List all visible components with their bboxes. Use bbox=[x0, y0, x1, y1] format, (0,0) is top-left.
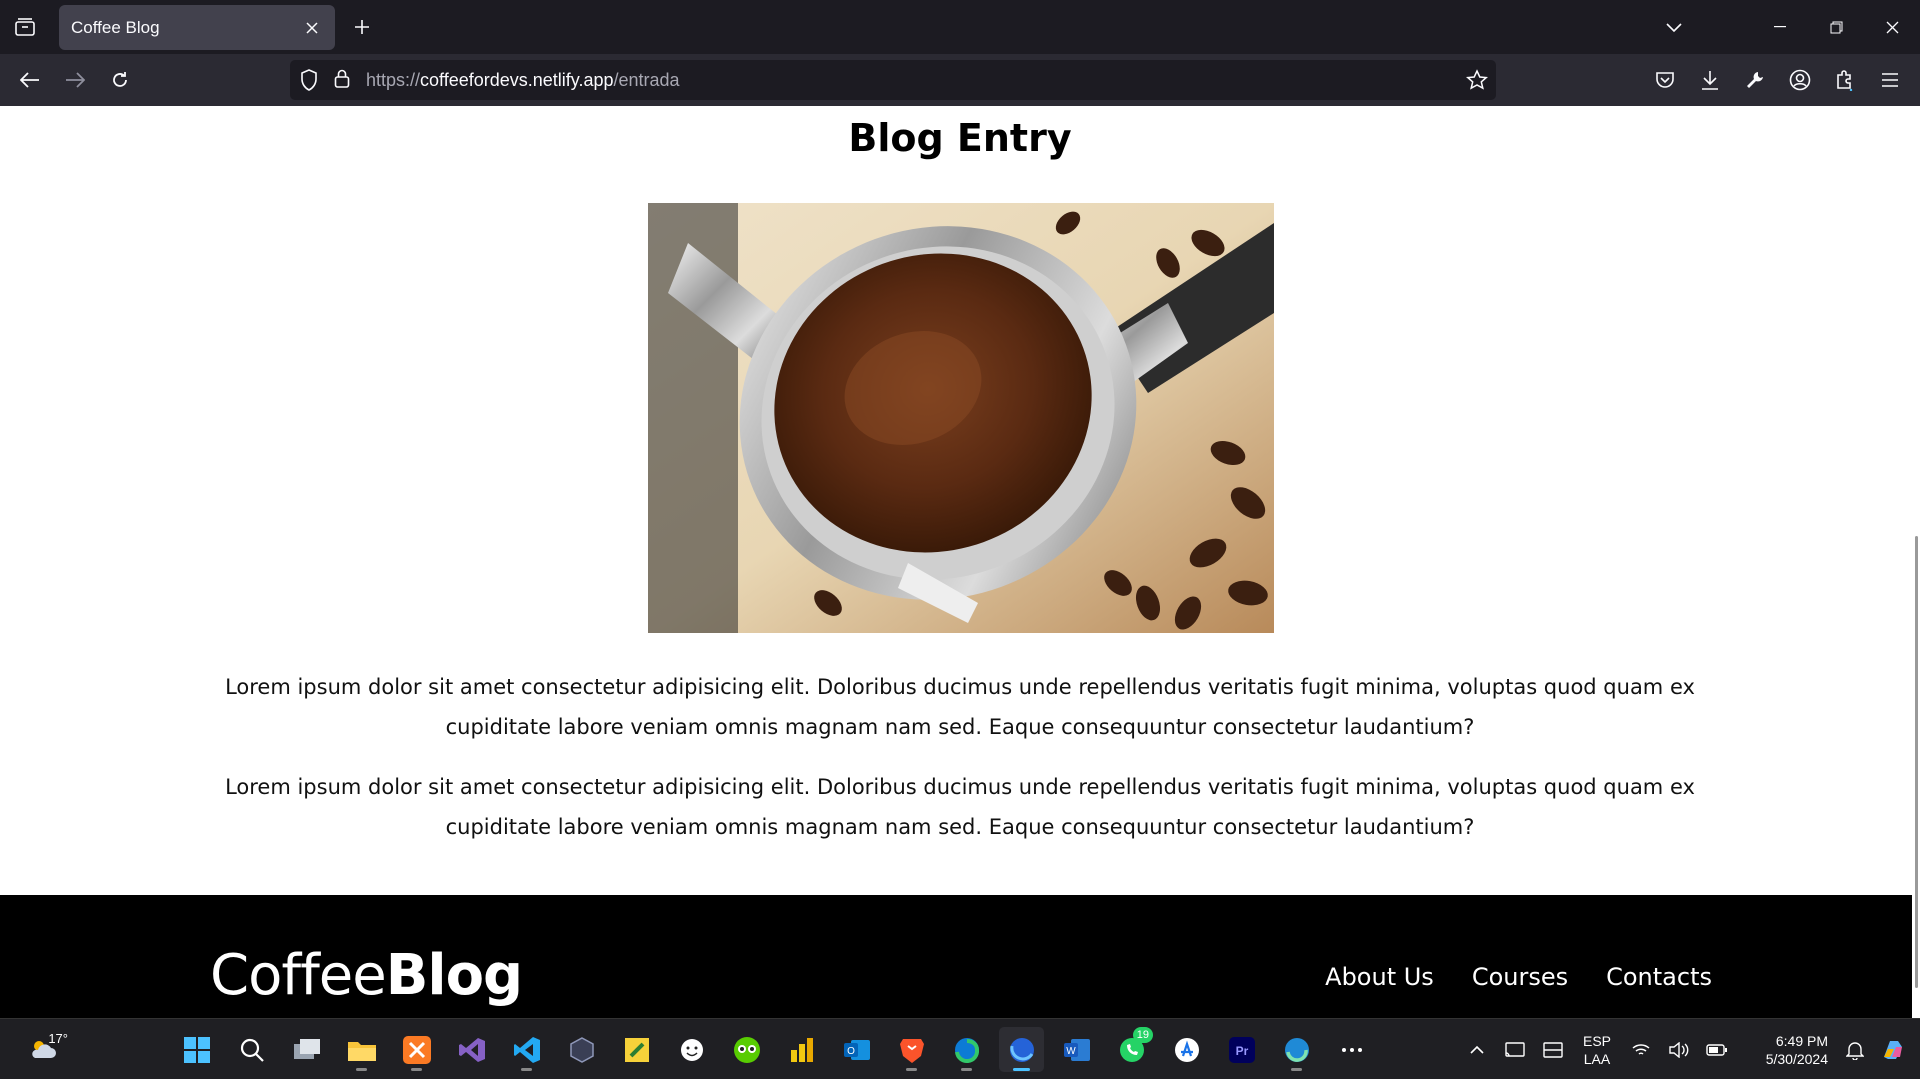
taskbar-apps: O W 19 Pr bbox=[174, 1027, 1374, 1073]
volume-icon[interactable] bbox=[1660, 1030, 1698, 1070]
vscode-icon[interactable] bbox=[504, 1027, 549, 1072]
more-apps-icon[interactable] bbox=[1329, 1027, 1374, 1072]
edge-dev-icon[interactable] bbox=[1274, 1027, 1319, 1072]
sticky-notes-icon[interactable] bbox=[614, 1027, 659, 1072]
chevron-up-icon[interactable] bbox=[1458, 1030, 1496, 1070]
restore-icon[interactable] bbox=[1808, 0, 1864, 54]
firefox-view-icon[interactable] bbox=[0, 0, 50, 54]
weather-widget[interactable]: 17° bbox=[22, 1031, 68, 1067]
premiere-icon[interactable]: Pr bbox=[1219, 1027, 1264, 1072]
pocket-icon[interactable] bbox=[1650, 65, 1680, 95]
svg-text:O: O bbox=[847, 1046, 855, 1057]
outlook-icon[interactable]: O bbox=[834, 1027, 879, 1072]
url-text[interactable]: https://coffeefordevs.netlify.app/entrad… bbox=[366, 60, 680, 100]
edge-icon[interactable] bbox=[944, 1027, 989, 1072]
whatsapp-icon[interactable]: 19 bbox=[1109, 1027, 1154, 1072]
running-indicator bbox=[1291, 1068, 1302, 1071]
logo-regular: Coffee bbox=[210, 943, 387, 1008]
running-indicator bbox=[411, 1068, 422, 1071]
language-line-1: ESP bbox=[1582, 1032, 1611, 1049]
copilot-icon[interactable] bbox=[1874, 1030, 1912, 1070]
active-indicator bbox=[1013, 1068, 1030, 1071]
notification-bell-icon[interactable] bbox=[1836, 1030, 1874, 1070]
browser-tabbar: Coffee Blog bbox=[0, 0, 1920, 54]
clock[interactable]: 6:49 PM 5/30/2024 bbox=[1736, 1032, 1836, 1068]
page-scrollbar[interactable] bbox=[1912, 106, 1920, 1018]
footer-link-courses[interactable]: Courses bbox=[1472, 963, 1568, 991]
task-view-icon[interactable] bbox=[284, 1027, 329, 1072]
coffee-portafilter-image bbox=[648, 203, 1274, 633]
svg-text:Pr: Pr bbox=[1235, 1044, 1248, 1058]
system-tray: ESP LAA 6:49 PM 5/30/2024 bbox=[1458, 1019, 1920, 1079]
account-icon[interactable] bbox=[1785, 65, 1815, 95]
touch-keyboard-icon[interactable] bbox=[1534, 1030, 1572, 1070]
language-line-2: LAA bbox=[1583, 1050, 1611, 1067]
weather-temp: 17° bbox=[48, 1031, 68, 1046]
clock-date: 5/30/2024 bbox=[1765, 1050, 1828, 1067]
new-tab-icon[interactable] bbox=[349, 14, 375, 40]
language-indicator[interactable]: ESP LAA bbox=[1572, 1032, 1622, 1068]
tab-coffee-blog[interactable]: Coffee Blog bbox=[59, 5, 335, 50]
start-icon[interactable] bbox=[174, 1027, 219, 1072]
lock-icon[interactable] bbox=[334, 69, 350, 93]
browser-navbar: https://coffeefordevs.netlify.app/entrad… bbox=[0, 54, 1920, 106]
site-logo[interactable]: CoffeeBlog bbox=[210, 943, 523, 1008]
forward-icon[interactable] bbox=[60, 65, 90, 95]
reload-icon[interactable] bbox=[105, 65, 135, 95]
scrollbar-thumb[interactable] bbox=[1915, 536, 1918, 988]
window-controls bbox=[1752, 0, 1920, 54]
downloads-icon[interactable] bbox=[1695, 65, 1725, 95]
close-tab-icon[interactable] bbox=[301, 17, 323, 39]
running-indicator bbox=[961, 1068, 972, 1071]
power-bi-icon[interactable] bbox=[779, 1027, 824, 1072]
duolingo-icon[interactable] bbox=[724, 1027, 769, 1072]
menu-icon[interactable] bbox=[1875, 65, 1905, 95]
wrench-icon[interactable] bbox=[1740, 65, 1770, 95]
notification-badge: 19 bbox=[1132, 1027, 1153, 1043]
url-scheme: https:// bbox=[366, 70, 421, 90]
extensions-icon[interactable] bbox=[1830, 65, 1860, 95]
svg-text:W: W bbox=[1066, 1046, 1076, 1057]
brave-icon[interactable] bbox=[889, 1027, 934, 1072]
firefox-icon[interactable] bbox=[999, 1027, 1044, 1072]
tab-title: Coffee Blog bbox=[71, 17, 160, 37]
footer-link-contacts[interactable]: Contacts bbox=[1606, 963, 1712, 991]
running-indicator bbox=[356, 1068, 367, 1071]
word-icon[interactable]: W bbox=[1054, 1027, 1099, 1072]
url-path: /entrada bbox=[613, 70, 680, 90]
logo-bold: Blog bbox=[385, 943, 523, 1008]
emoji-icon[interactable] bbox=[669, 1027, 714, 1072]
url-host: coffeefordevs.netlify.app bbox=[420, 70, 614, 90]
footer-nav: About Us Courses Contacts bbox=[1325, 963, 1712, 991]
cast-icon[interactable] bbox=[1496, 1030, 1534, 1070]
clock-time: 6:49 PM bbox=[1775, 1032, 1828, 1049]
minimize-icon[interactable] bbox=[1752, 0, 1808, 54]
search-icon[interactable] bbox=[229, 1027, 274, 1072]
list-tabs-icon[interactable] bbox=[1660, 14, 1688, 42]
xampp-icon[interactable] bbox=[394, 1027, 439, 1072]
wifi-icon[interactable] bbox=[1622, 1030, 1660, 1070]
blog-paragraph-1: Lorem ipsum dolor sit amet consectetur a… bbox=[225, 675, 1695, 739]
url-bar[interactable]: https://coffeefordevs.netlify.app/entrad… bbox=[290, 60, 1496, 100]
bookmark-star-icon[interactable] bbox=[1465, 69, 1489, 95]
page-title: Blog Entry bbox=[848, 116, 1072, 160]
screen: Coffee Blog https://coffeefordevs.netlif… bbox=[0, 0, 1920, 1079]
visual-studio-icon[interactable] bbox=[449, 1027, 494, 1072]
shield-icon[interactable] bbox=[300, 69, 318, 95]
windows-taskbar: 17° O W 19 Pr ESP LAA 6:49 PM 5/30/2024 bbox=[0, 1018, 1920, 1079]
app-icon[interactable] bbox=[559, 1027, 604, 1072]
running-indicator bbox=[906, 1068, 917, 1071]
app-store-icon[interactable] bbox=[1164, 1027, 1209, 1072]
close-window-icon[interactable] bbox=[1864, 0, 1920, 54]
site-footer: CoffeeBlog About Us Courses Contacts bbox=[0, 895, 1920, 1035]
running-indicator bbox=[521, 1068, 532, 1071]
footer-link-about-us[interactable]: About Us bbox=[1325, 963, 1434, 991]
battery-icon[interactable] bbox=[1698, 1030, 1736, 1070]
page-content: Blog Entry Lorem ipsum dolor sit amet co… bbox=[0, 106, 1920, 1035]
blog-paragraph-2: Lorem ipsum dolor sit amet consectetur a… bbox=[225, 775, 1695, 839]
back-icon[interactable] bbox=[15, 65, 45, 95]
file-explorer-icon[interactable] bbox=[339, 1027, 384, 1072]
